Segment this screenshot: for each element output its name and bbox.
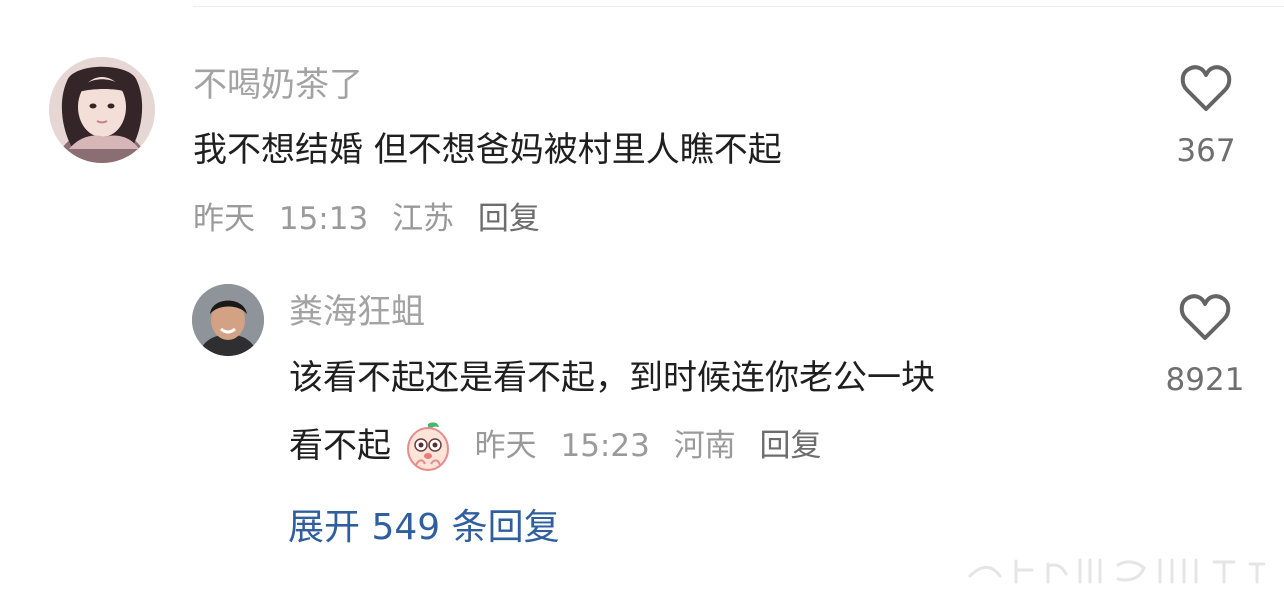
comment-location: 河南 — [673, 428, 736, 464]
comment-date: 昨天 — [474, 428, 537, 464]
like-count: 8921 — [1165, 362, 1245, 398]
comment-time: 15:13 — [278, 201, 369, 237]
expand-replies-link[interactable]: 展开 549 条回复 — [288, 508, 560, 548]
like-control[interactable]: 367 — [1174, 63, 1238, 169]
comment-time: 15:23 — [560, 428, 650, 464]
comment-text-line-2: 看不起 昨天 15:23 河南 回复 — [289, 420, 836, 472]
heart-outline-icon[interactable] — [1179, 63, 1233, 115]
like-control[interactable]: 8921 — [1160, 292, 1250, 398]
peach-face-emoji-icon — [404, 420, 452, 472]
reply-button[interactable]: 回复 — [478, 201, 540, 237]
avatar-image — [192, 284, 264, 356]
comment-date: 昨天 — [193, 201, 255, 237]
top-divider — [193, 6, 1284, 7]
watermark — [964, 552, 1276, 588]
comment-text-continuation: 看不起 — [289, 426, 391, 466]
reply-button[interactable]: 回复 — [760, 428, 822, 464]
commenter-avatar[interactable] — [192, 284, 264, 356]
emoji-image — [406, 422, 449, 471]
username[interactable]: 粪海狂蛆 — [289, 292, 425, 332]
commenter-avatar[interactable] — [49, 57, 155, 163]
watermark-image — [968, 558, 1266, 584]
avatar-image — [49, 57, 155, 163]
comment-location: 江苏 — [392, 201, 455, 237]
comment-text: 我不想结婚 但不想爸妈被村里人瞧不起 — [193, 130, 782, 170]
heart-outline-icon[interactable] — [1178, 292, 1232, 344]
username[interactable]: 不喝奶茶了 — [193, 65, 363, 105]
comment-meta: 昨天 15:13 江苏 回复 — [193, 201, 554, 237]
comment-text-line-1: 该看不起还是看不起，到时候连你老公一块 — [289, 358, 935, 398]
comment-meta: 昨天 15:23 河南 回复 — [475, 428, 836, 464]
like-count: 367 — [1176, 133, 1236, 169]
